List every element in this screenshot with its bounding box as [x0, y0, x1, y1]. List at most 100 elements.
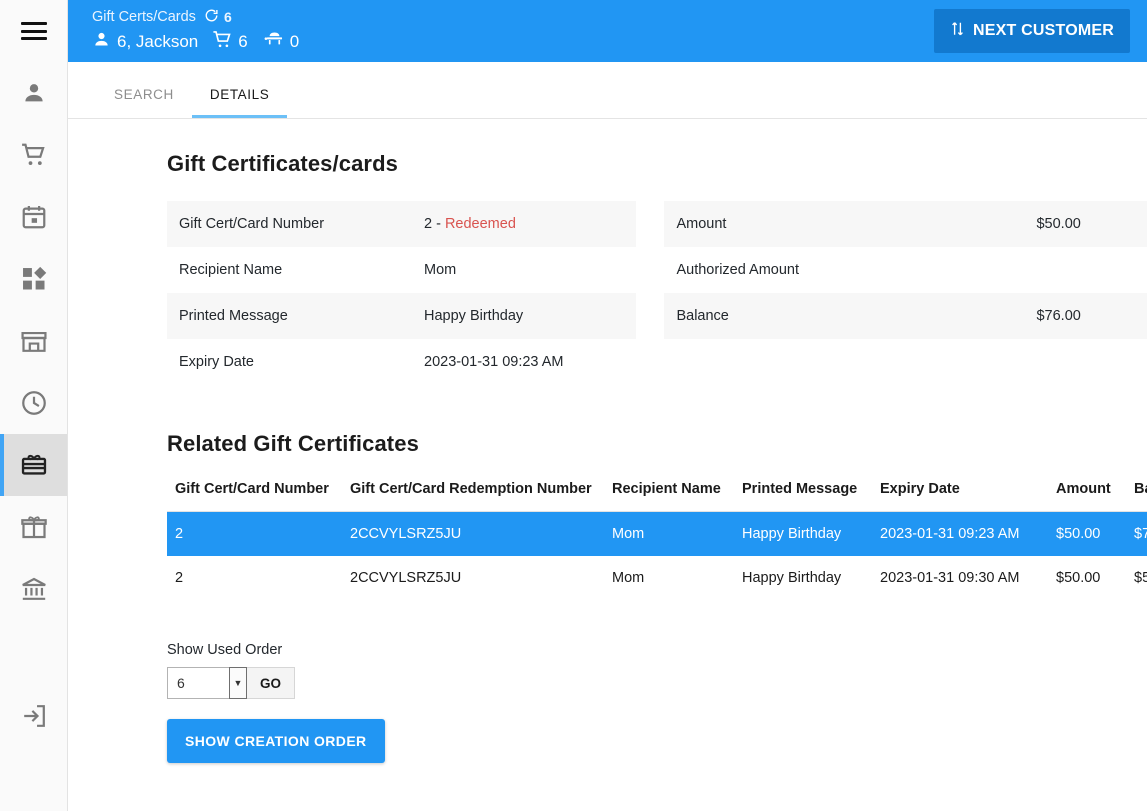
cart-count: 6	[238, 31, 248, 51]
tab-search[interactable]: SEARCH	[96, 87, 192, 118]
column-header-amount[interactable]: Amount	[1048, 481, 1126, 512]
bank-icon	[20, 575, 48, 603]
order-control-row: 6 ▼ GO	[167, 667, 1147, 699]
tab-bar: SEARCH DETAILS	[68, 62, 1147, 119]
sidebar	[0, 0, 68, 811]
history-icon	[204, 8, 219, 27]
person-icon	[20, 79, 48, 107]
detail-label: Expiry Date	[179, 354, 254, 370]
detail-label: Printed Message	[179, 308, 288, 324]
column-header-printed-message[interactable]: Printed Message	[734, 481, 872, 512]
table-row[interactable]: 2 2CCVYLSRZ5JU Mom Happy Birthday 2023-0…	[167, 556, 1147, 600]
sidebar-item-cart[interactable]	[0, 124, 67, 186]
table-count: 0	[289, 31, 300, 51]
cell-amount: $50.00	[1048, 511, 1126, 556]
detail-row-amount: Amount $50.00	[664, 201, 1147, 247]
table-row[interactable]: 2 2CCVYLSRZ5JU Mom Happy Birthday 2023-0…	[167, 511, 1147, 556]
details-right-column: Amount $50.00 Authorized Amount Balance …	[664, 201, 1147, 385]
related-section-title: Related Gift Certificates	[167, 431, 419, 456]
tab-details[interactable]: DETAILS	[191, 87, 288, 118]
topbar-customer-row: 6, Jackson 6 0	[92, 29, 299, 55]
cell-amount: $50.00	[1056, 570, 1101, 586]
history-chip: 6	[204, 8, 232, 27]
column-header-expiry-date[interactable]: Expiry Date	[872, 481, 1048, 512]
sidebar-item-history[interactable]	[0, 372, 67, 434]
app-root: Gift Certs/Cards 6 6, Jackson 6 0 NEXT C…	[0, 0, 1147, 811]
cell-redemption-number: 2CCVYLSRZ5JU	[342, 511, 604, 556]
sidebar-item-accounts[interactable]	[0, 558, 67, 620]
cell-recipient-name: Mom	[604, 511, 734, 556]
detail-label: Amount	[676, 216, 727, 232]
table-chip: 0	[264, 29, 299, 55]
topbar-title: Gift Certs/Cards	[92, 9, 196, 25]
detail-row-printed-message: Printed Message Happy Birthday	[167, 293, 637, 339]
cell-balance: $50.00	[1134, 570, 1147, 586]
go-button[interactable]: GO	[247, 667, 296, 699]
gift-cert-number-value: 2 -	[424, 216, 445, 232]
detail-value: 2023-01-31 09:23 AM	[424, 354, 564, 370]
store-icon	[20, 327, 48, 355]
cell-expiry-date: 2023-01-31 09:23 AM	[872, 511, 1048, 556]
sidebar-item-gift-cards[interactable]	[0, 434, 67, 496]
content-area: Gift Certificates/cards Gift Cert/Card N…	[68, 119, 1147, 811]
order-select[interactable]: 6	[167, 667, 247, 699]
table-header-row: Gift Cert/Card Number Gift Cert/Card Red…	[167, 481, 1147, 512]
column-header-redemption-number[interactable]: Gift Cert/Card Redemption Number	[342, 481, 604, 512]
column-header-number[interactable]: Gift Cert/Card Number	[167, 481, 342, 512]
sidebar-item-dashboard[interactable]	[0, 248, 67, 310]
detail-label: Authorized Amount	[676, 262, 799, 278]
sidebar-item-logout[interactable]	[0, 685, 67, 747]
bottom-controls: Show Used Order 6 ▼ GO SHOW CREATION ORD…	[167, 642, 1147, 763]
detail-row-authorized-amount: Authorized Amount	[664, 247, 1147, 293]
detail-label: Balance	[676, 308, 729, 324]
hamburger-icon	[20, 22, 47, 40]
detail-row-recipient-name: Recipient Name Mom	[167, 247, 636, 293]
related-gift-certificates-table: Gift Cert/Card Number Gift Cert/Card Red…	[167, 481, 1147, 600]
cell-balance: $76.00	[1126, 511, 1147, 556]
column-header-recipient-name[interactable]: Recipient Name	[604, 481, 734, 512]
detail-value: Happy Birthday	[424, 308, 524, 324]
show-used-order-label: Show Used Order	[167, 642, 283, 658]
detail-value: 2 - Redeemed	[424, 216, 516, 232]
next-customer-button[interactable]: NEXT CUSTOMER	[934, 9, 1130, 53]
sidebar-item-store[interactable]	[0, 310, 67, 372]
detail-value: $76.00	[1036, 308, 1081, 324]
detail-row-expiry-date: Expiry Date 2023-01-31 09:23 AM	[167, 339, 636, 385]
detail-label: Gift Cert/Card Number	[179, 216, 325, 232]
logout-icon	[20, 702, 48, 730]
cart-chip: 6	[212, 29, 248, 55]
detail-row-balance: Balance $76.00	[664, 293, 1147, 339]
status-badge: Redeemed	[444, 216, 516, 232]
table-head: Gift Cert/Card Number Gift Cert/Card Red…	[167, 481, 1147, 512]
dashboard-icon	[20, 265, 48, 293]
calendar-icon	[20, 203, 48, 231]
cell-printed-message: Happy Birthday	[734, 511, 872, 556]
table-service-icon	[264, 29, 285, 55]
cell-recipient-name: Mom	[612, 570, 645, 586]
detail-row-gift-cert-number: Gift Cert/Card Number 2 - Redeemed	[167, 201, 637, 247]
person-icon	[92, 30, 111, 54]
cell-number: 2	[167, 511, 342, 556]
sidebar-item-gifts[interactable]	[0, 496, 67, 558]
topbar-info: Gift Certs/Cards 6 6, Jackson 6 0	[92, 8, 299, 55]
sidebar-item-customer[interactable]	[0, 62, 67, 124]
cell-printed-message: Happy Birthday	[742, 570, 842, 586]
column-header-balance[interactable]: Balance	[1126, 481, 1147, 512]
cell-redemption-number: 2CCVYLSRZ5JU	[350, 570, 462, 586]
clock-icon	[20, 389, 48, 417]
shopping-cart-icon	[20, 141, 48, 169]
page-title: Gift Certificates/cards	[167, 151, 398, 176]
sidebar-item-calendar[interactable]	[0, 186, 67, 248]
menu-toggle-button[interactable]	[0, 0, 67, 62]
sort-arrows-icon	[950, 20, 965, 42]
detail-value: Mom	[424, 262, 457, 278]
shopping-cart-icon	[212, 29, 233, 55]
detail-label: Recipient Name	[179, 262, 283, 278]
gift-box-icon	[20, 513, 48, 541]
table-body: 2 2CCVYLSRZ5JU Mom Happy Birthday 2023-0…	[167, 511, 1147, 601]
topbar-title-row: Gift Certs/Cards 6	[92, 8, 299, 27]
main-area: Gift Certs/Cards 6 6, Jackson 6 0 NEXT C…	[68, 0, 1147, 811]
show-creation-order-button[interactable]: SHOW CREATION ORDER	[167, 719, 385, 763]
cell-number: 2	[175, 570, 184, 586]
